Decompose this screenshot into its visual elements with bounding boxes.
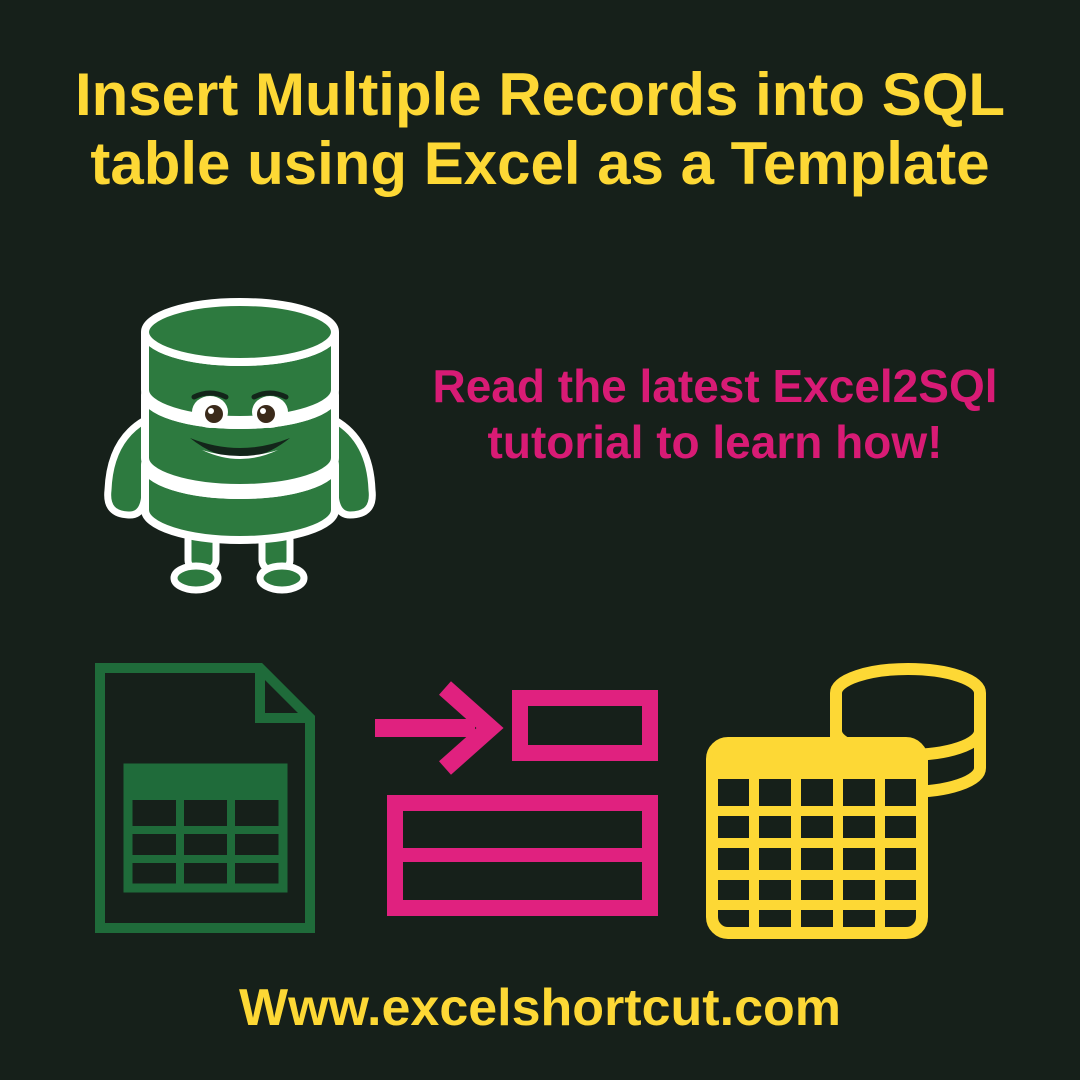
database-mascot-icon bbox=[90, 290, 390, 600]
spreadsheet-file-icon bbox=[90, 658, 320, 943]
footer-url: Www.excelshortcut.com bbox=[0, 978, 1080, 1038]
spreadsheet-database-icon bbox=[700, 653, 990, 948]
icon-row bbox=[90, 660, 990, 940]
headline-text: Insert Multiple Records into SQL table u… bbox=[0, 60, 1080, 198]
arrow-to-records-icon bbox=[360, 668, 660, 933]
subheadline-text: Read the latest Excel2SQl tutorial to le… bbox=[425, 358, 1005, 470]
